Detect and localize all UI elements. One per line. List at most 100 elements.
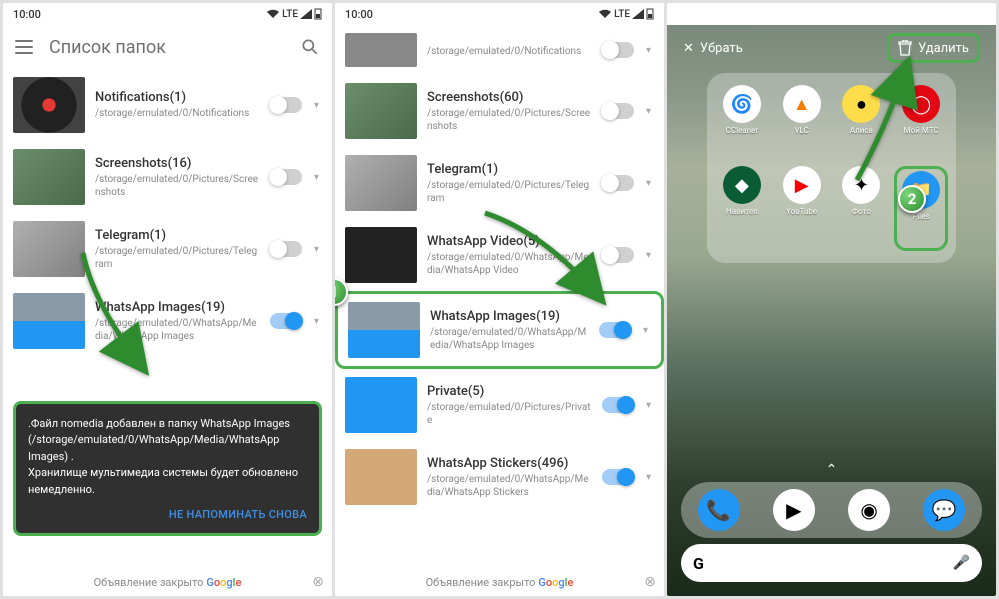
- toggle[interactable]: [602, 175, 634, 191]
- list-item[interactable]: WhatsApp Stickers(496)/storage/emulated/…: [335, 441, 664, 513]
- vlc-icon: ▲: [783, 85, 821, 123]
- folder-name: Telegram(1): [427, 162, 592, 177]
- status-bar: 10:00 LTE: [335, 3, 664, 25]
- folder-path: /storage/emulated/0/WhatsApp/Media/Whats…: [95, 317, 260, 343]
- folder-name: Screenshots(60): [427, 90, 592, 105]
- chevron-down-icon[interactable]: ▾: [314, 244, 324, 255]
- app-mts[interactable]: ◯Мой МТС: [894, 85, 948, 160]
- list-item[interactable]: Screenshots(16) /storage/emulated/0/Pictu…: [3, 141, 332, 213]
- remove-action[interactable]: ✕ Убрать: [683, 41, 743, 56]
- toggle[interactable]: [270, 169, 302, 185]
- network-label: LTE: [282, 9, 298, 20]
- toggle[interactable]: [602, 103, 634, 119]
- folder-name: Notifications(1): [95, 90, 260, 105]
- chevron-down-icon[interactable]: ▾: [314, 316, 324, 327]
- mic-icon[interactable]: 🎤: [953, 555, 970, 571]
- close-icon[interactable]: ⊗: [644, 574, 656, 590]
- list-item-highlighted[interactable]: WhatsApp Images(19)/storage/emulated/0/W…: [335, 291, 664, 369]
- battery-icon: [646, 8, 654, 20]
- app-youtube[interactable]: ▶YouTube: [775, 166, 829, 251]
- ad-text: Объявление закрыто: [94, 576, 204, 589]
- status-bar: 10:00 LTE: [667, 3, 996, 25]
- ad-closed-bar: Объявление закрыто Google ⊗: [335, 568, 664, 596]
- clock: 10:00: [13, 8, 41, 21]
- app-ccleaner[interactable]: 🌀CCleaner: [715, 85, 769, 160]
- folder-name: Telegram(1): [95, 228, 260, 243]
- folder-path: /storage/emulated/0/WhatsApp/Media/Whats…: [430, 326, 589, 352]
- ad-closed-bar: Объявление закрыто Google ⊗: [3, 568, 332, 596]
- page-title: Список папок: [49, 37, 284, 58]
- chevron-down-icon[interactable]: ▾: [314, 100, 324, 111]
- status-icons: LTE: [266, 8, 322, 20]
- ad-text: Объявление закрыто: [426, 576, 536, 589]
- toggle[interactable]: [602, 247, 634, 263]
- list-item[interactable]: Screenshots(60) /storage/emulated/0/Pictu…: [335, 75, 664, 147]
- toggle[interactable]: [602, 469, 634, 485]
- step-badge-2: 2: [898, 185, 926, 213]
- ccleaner-icon: 🌀: [723, 85, 761, 123]
- status-bar: 10:00 LTE: [3, 3, 332, 25]
- phone-icon[interactable]: 📞: [698, 489, 740, 531]
- list-item[interactable]: Telegram(1) /storage/emulated/0/Pictures/…: [3, 213, 332, 285]
- app-alisa[interactable]: ●Алиса: [835, 85, 889, 160]
- wifi-icon: [598, 9, 612, 19]
- toast-notification: .Файл nomedia добавлен в папку WhatsApp …: [13, 401, 322, 537]
- folder-list[interactable]: /storage/emulated/0/Notifications▾ Scree…: [335, 25, 664, 568]
- app-bar: Список папок: [3, 25, 332, 69]
- list-item[interactable]: Notifications(1) /storage/emulated/0/Noti…: [3, 69, 332, 141]
- toggle[interactable]: [602, 42, 634, 58]
- list-item[interactable]: WhatsApp Images(19) /storage/emulated/0/W…: [3, 285, 332, 357]
- app-photos[interactable]: ✦Фото: [835, 166, 889, 251]
- list-item[interactable]: /storage/emulated/0/Notifications▾: [335, 25, 664, 75]
- phone-screen-2: 10:00 LTE /storage/emulated/0/Notificati…: [335, 3, 664, 596]
- signal-icon: [632, 9, 644, 19]
- phone-screen-3: 10:00 LTE ✕ Убрать Удалить 🌀CCleaner ▲VL…: [667, 3, 996, 596]
- youtube-icon: ▶: [783, 166, 821, 204]
- toast-message: .Файл nomedia добавлен в папку WhatsApp …: [28, 416, 307, 499]
- folder-name: Screenshots(16): [95, 156, 260, 171]
- toast-action-button[interactable]: НЕ НАПОМИНАТЬ СНОВА: [28, 508, 307, 521]
- folder-path: /storage/emulated/0/Notifications: [95, 107, 260, 120]
- folder-name: Private(5): [427, 384, 592, 399]
- delete-label: Удалить: [918, 41, 969, 56]
- signal-icon: [964, 9, 976, 19]
- clock: 10:00: [345, 8, 373, 21]
- chevron-down-icon[interactable]: ▾: [314, 172, 324, 183]
- chrome-icon[interactable]: ◉: [848, 489, 890, 531]
- folder-path: /storage/emulated/0/Pictures/Telegram: [95, 245, 260, 271]
- dock: 📞 ▶ ◉ 💬: [681, 482, 982, 538]
- close-icon[interactable]: ⊗: [312, 574, 324, 590]
- toggle[interactable]: [602, 397, 634, 413]
- search-pill[interactable]: G 🎤: [681, 544, 982, 582]
- toggle[interactable]: [270, 97, 302, 113]
- alisa-icon: ●: [842, 85, 880, 123]
- list-item[interactable]: WhatsApp Video(5)/storage/emulated/0/Wha…: [335, 219, 664, 291]
- list-item[interactable]: Private(5)/storage/emulated/0/Pictures/P…: [335, 369, 664, 441]
- phone-screen-1: 10:00 LTE Список папок Notifications(1) /…: [3, 3, 332, 596]
- app-folder[interactable]: 🌀CCleaner ▲VLC ●Алиса ◯Мой МТС ◆Навител …: [707, 73, 956, 263]
- folder-name: WhatsApp Images(19): [95, 300, 260, 315]
- app-navitel[interactable]: ◆Навител: [715, 166, 769, 251]
- list-item[interactable]: Telegram(1)/storage/emulated/0/Pictures/…: [335, 147, 664, 219]
- app-vlc[interactable]: ▲VLC: [775, 85, 829, 160]
- folder-path: /storage/emulated/0/Pictures/Screenshots: [427, 107, 592, 133]
- clock: 10:00: [677, 8, 705, 21]
- home-screen[interactable]: ✕ Убрать Удалить 🌀CCleaner ▲VLC ●Алиса ◯…: [667, 25, 996, 596]
- folder-path: /storage/emulated/0/Pictures/Screenshots: [95, 173, 260, 199]
- playstore-icon[interactable]: ▶: [773, 489, 815, 531]
- remove-label: Убрать: [700, 41, 743, 56]
- app-drawer-handle[interactable]: ⌃: [826, 462, 838, 478]
- folder-name: WhatsApp Stickers(496): [427, 456, 592, 471]
- messages-icon[interactable]: 💬: [923, 489, 965, 531]
- toggle[interactable]: [599, 322, 631, 338]
- battery-icon: [978, 8, 986, 20]
- google-logo: Google: [538, 576, 573, 589]
- delete-action[interactable]: Удалить: [887, 33, 980, 63]
- toggle[interactable]: [270, 313, 302, 329]
- search-icon[interactable]: [300, 37, 320, 57]
- toggle[interactable]: [270, 241, 302, 257]
- signal-icon: [300, 9, 312, 19]
- menu-icon[interactable]: [15, 40, 33, 54]
- folder-name: WhatsApp Video(5): [427, 234, 592, 249]
- photos-icon: ✦: [842, 166, 880, 204]
